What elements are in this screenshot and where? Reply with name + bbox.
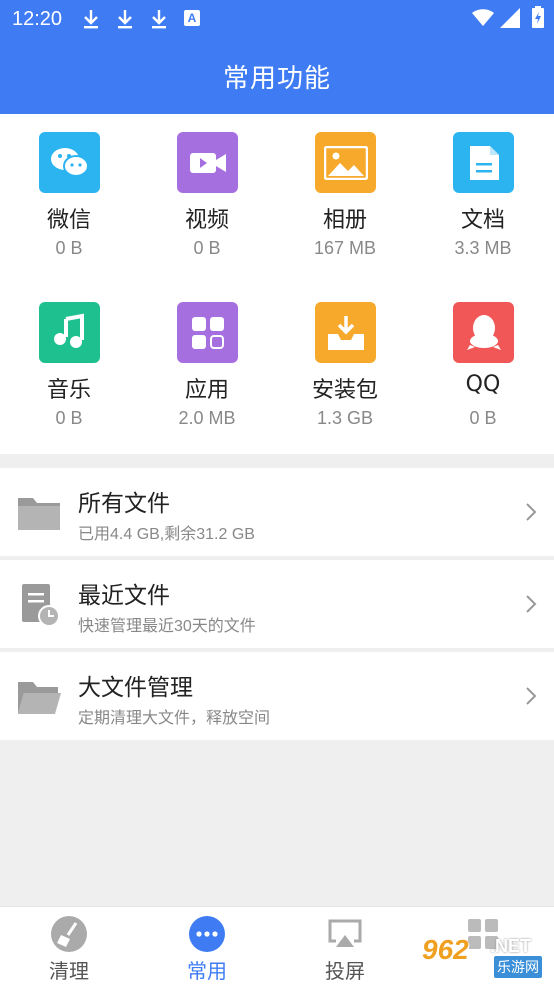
category-label: 安装包 [311,378,378,403]
category-document[interactable]: 文档 3.3 MB [414,114,552,264]
wifi-icon [472,9,494,26]
category-qq[interactable]: QQ 0 B [414,284,552,434]
list-item-recent-files[interactable]: 最近文件 快速管理最近30天的文件 [0,560,554,648]
category-label: 文档 [460,208,505,233]
video-icon [177,132,238,193]
tab-label: 投屏 [325,959,365,983]
category-grid: 微信 0 B 视频 0 B 相册 167 MB 文档 3.3 MB 音乐 0 B… [0,114,554,454]
category-size: 2.0 MB [178,408,236,428]
category-size: 0 B [193,238,221,258]
folder-icon [18,498,60,530]
recent-file-icon [22,584,60,627]
category-apps[interactable]: 应用 2.0 MB [138,284,276,434]
battery-icon [532,6,544,28]
chevron-right-icon [526,595,537,613]
download-icon [152,10,166,29]
category-label: 相册 [322,208,367,233]
category-album[interactable]: 相册 167 MB [276,114,414,264]
category-label: 视频 [184,208,229,233]
folder-open-icon [18,682,61,714]
apps-icon [177,302,238,363]
tab-label: 清理 [49,959,89,983]
category-size: 0 B [55,408,83,428]
tab-common[interactable]: 常用 [138,907,276,984]
image-icon [315,132,376,193]
watermark-logo: 962 .NET 乐游网 [414,930,550,980]
list-item-subtitle: 快速管理最近30天的文件 [78,618,256,635]
category-size: 3.3 MB [454,238,512,258]
list-item-subtitle: 定期清理大文件，释放空间 [78,710,271,727]
signal-icon [500,8,520,28]
category-size: 167 MB [313,238,377,258]
category-video[interactable]: 视频 0 B [138,114,276,264]
watermark-text: 乐游网 [494,956,542,978]
category-label: 应用 [184,378,229,403]
list-item-title: 大文件管理 [78,675,193,701]
list-item-title: 所有文件 [78,491,170,517]
watermark-suffix: .NET [490,936,532,956]
list-item-subtitle: 已用4.4 GB,剩余31.2 GB [78,526,255,543]
status-bar: 12:20 A [0,0,554,36]
category-size: 1.3 GB [316,408,374,428]
category-label: 音乐 [46,378,91,403]
category-music[interactable]: 音乐 0 B [0,284,138,434]
chevron-right-icon [526,687,537,705]
status-time: 12:20 [12,8,63,30]
qq-icon [453,302,514,363]
category-label: 微信 [46,208,91,233]
page-title: 常用功能 [222,64,331,94]
wechat-icon [39,132,100,193]
tab-cast[interactable]: 投屏 [276,907,414,984]
category-package[interactable]: 安装包 1.3 GB [276,284,414,434]
list-item-all-files[interactable]: 所有文件 已用4.4 GB,剩余31.2 GB [0,468,554,556]
list-item-title: 最近文件 [78,583,170,609]
category-label: QQ [465,372,501,397]
list-item-large-files[interactable]: 大文件管理 定期清理大文件，释放空间 [0,652,554,740]
tab-label: 常用 [187,959,227,983]
document-icon [453,132,514,193]
chevron-right-icon [526,503,537,521]
broom-icon [51,916,87,952]
app-header: 12:20 A 常用功能 [0,0,554,114]
download-icon [84,10,98,29]
notification-a-icon: A [184,10,200,26]
download-icon [118,10,132,29]
package-icon [315,302,376,363]
cast-icon [328,919,362,947]
category-size: 0 B [55,238,83,258]
music-icon [39,302,100,363]
category-size: 0 B [469,408,497,428]
watermark-number: 962 [422,934,469,965]
category-wechat[interactable]: 微信 0 B [0,114,138,264]
tab-clean[interactable]: 清理 [0,907,138,984]
more-icon [189,916,225,952]
